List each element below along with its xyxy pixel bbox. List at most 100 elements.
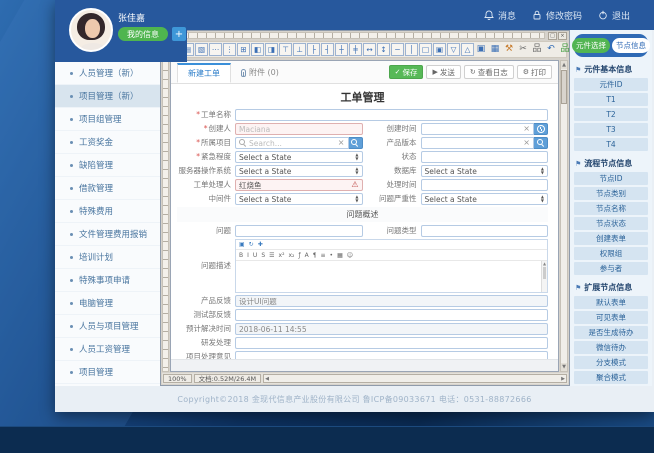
work-order-name-input[interactable] [235, 109, 548, 121]
rightbar-item[interactable]: 元件ID [574, 78, 648, 91]
rt-tool-icon[interactable]: ≡ [321, 252, 326, 259]
rt-tool-icon[interactable]: ☰ [269, 252, 274, 259]
sidebar-item[interactable]: 工资奖金 [55, 131, 165, 154]
ellipsis-icon[interactable]: ⋯ [209, 43, 222, 56]
more-icon[interactable]: ⋮ [223, 43, 236, 56]
rightbar-item[interactable]: 聚合模式 [574, 371, 648, 384]
hline-icon[interactable]: ─ [391, 43, 404, 56]
status-input[interactable] [420, 151, 548, 163]
sidebar-item[interactable]: 项目管理（新） [55, 85, 165, 108]
rightbar-item[interactable]: T3 [574, 123, 648, 136]
node-info-toggle[interactable]: 节点信息 [612, 38, 650, 53]
lookup-button[interactable] [534, 137, 548, 149]
rightbar-item[interactable]: 节点ID [574, 172, 648, 185]
editor-horizontal-scrollbar[interactable]: ◀ ▶ [263, 374, 567, 383]
rt-tool-icon[interactable]: B [239, 252, 243, 259]
product-version-picker[interactable]: × [420, 137, 534, 149]
rightbar-item[interactable]: 是否生成待办 [574, 326, 648, 339]
center-icon[interactable]: ┼ [335, 43, 348, 56]
create-time-picker[interactable]: × [420, 123, 534, 135]
sidebar-item[interactable]: 文件管理费用报销 [55, 223, 165, 246]
rightbar-item[interactable]: 默认表单 [574, 296, 648, 309]
test-feedback-input[interactable] [235, 309, 548, 321]
rt-tool-icon[interactable]: ¶ [313, 252, 317, 259]
rt-tool-icon[interactable]: ▦ [337, 252, 343, 259]
scroll-down-icon[interactable]: ▼ [561, 363, 567, 371]
down-icon[interactable]: ▽ [447, 43, 460, 56]
align-right-icon[interactable]: ◨ [265, 43, 278, 56]
scrollbar-thumb[interactable] [561, 70, 567, 104]
logout-button[interactable]: 退出 [598, 9, 630, 22]
rightbar-item[interactable]: 微信待办 [574, 341, 648, 354]
project-search-input[interactable]: Search... × [235, 137, 349, 149]
sidebar-item[interactable]: 人员工资管理 [55, 338, 165, 361]
rightbar-item[interactable]: T4 [574, 138, 648, 151]
rightbar-item[interactable]: 节点状态 [574, 217, 648, 230]
up-icon[interactable]: △ [461, 43, 474, 56]
scroll-left-icon[interactable]: ◀ [265, 375, 269, 382]
middleware-select[interactable]: Select a State ▲ ▼ [235, 193, 363, 205]
richtext-scrollbar[interactable]: ▲ [541, 261, 547, 292]
send-button[interactable]: ▶ 发送 [426, 65, 461, 79]
handle-time-input[interactable] [420, 179, 548, 191]
lookup-button[interactable] [348, 137, 363, 149]
rt-tool-icon[interactable]: ↻ [249, 241, 254, 248]
window-restore-button[interactable]: □ [548, 32, 557, 40]
panel-icon[interactable]: ▣ [433, 43, 446, 56]
rt-tool-icon[interactable]: I [247, 252, 249, 259]
sidebar-item[interactable]: 特殊事项申请 [55, 269, 165, 292]
rt-tool-icon[interactable]: A [305, 252, 309, 259]
scroll-up-icon[interactable]: ▲ [561, 61, 567, 69]
align-left-icon[interactable]: ◧ [251, 43, 264, 56]
clear-icon[interactable]: × [338, 139, 345, 147]
anchor-left-icon[interactable]: ├ [307, 43, 320, 56]
sidebar-item[interactable]: 项目管理 [55, 361, 165, 384]
sidebar-item[interactable]: 培训计划 [55, 246, 165, 269]
view-grid-icon[interactable]: ▦ [489, 43, 501, 56]
window-close-button[interactable]: × [558, 32, 567, 40]
align-top-icon[interactable]: ⊤ [279, 43, 292, 56]
align-bottom-icon[interactable]: ⊥ [293, 43, 306, 56]
creator-input[interactable]: Maciana [235, 123, 363, 135]
tab-new-work-order[interactable]: 新建工单 [177, 63, 231, 83]
rightbar-item[interactable]: T1 [574, 93, 648, 106]
database-select[interactable]: Select a State ▲ ▼ [420, 165, 548, 177]
sidebar-item[interactable]: 项目组管理 [55, 108, 165, 131]
vline-icon[interactable]: │ [405, 43, 418, 56]
flow-nodes-icon[interactable]: 品 [531, 43, 543, 56]
rightbar-item[interactable]: 权限组 [574, 247, 648, 260]
same-width-icon[interactable]: ↔ [363, 43, 376, 56]
avatar[interactable] [69, 8, 113, 52]
rightbar-item[interactable]: 创建表单 [574, 232, 648, 245]
severity-select[interactable]: Select a State ▲ ▼ [420, 193, 548, 205]
editor-vertical-scrollbar[interactable]: ▲ ▼ [560, 60, 568, 372]
estimated-time-input[interactable]: 2018-06-11 14:55 [235, 323, 548, 335]
sidebar-item[interactable]: 缺陷管理 [55, 154, 165, 177]
same-height-icon[interactable]: ↕ [377, 43, 390, 56]
rightbar-item[interactable]: 可见表单 [574, 311, 648, 324]
rightbar-item[interactable]: T2 [574, 108, 648, 121]
datetime-picker-button[interactable] [534, 123, 548, 135]
component-select-toggle[interactable]: 元件选择 [572, 38, 610, 53]
add-icon[interactable]: ⊞ [237, 43, 250, 56]
rt-tool-icon[interactable]: ▣ [239, 241, 245, 248]
my-info-button[interactable]: 我的信息 [118, 27, 168, 41]
sidebar-item[interactable]: 人员与项目管理 [55, 315, 165, 338]
build-icon[interactable]: ⚒ [503, 43, 515, 56]
rt-tool-icon[interactable]: U [253, 252, 257, 259]
urgency-select[interactable]: Select a State ▲ ▼ [235, 151, 363, 163]
richtext-scroll-thumb[interactable] [543, 267, 546, 279]
rightbar-item[interactable]: 分支模式 [574, 356, 648, 369]
handler-input[interactable]: 红烧鱼 ⚠ [235, 179, 363, 191]
rt-tool-icon[interactable]: S [261, 252, 265, 259]
rt-tool-icon[interactable]: ƒ [298, 252, 300, 259]
rt-tool-icon[interactable]: ✚ [258, 241, 263, 248]
clear-icon[interactable]: × [523, 125, 530, 133]
add-button[interactable]: + [172, 27, 186, 41]
product-feedback-input[interactable]: 设计UI问题 [235, 295, 548, 307]
problem-desc-editor[interactable]: ▣ ↻ ✚ B I U S ☰ x² x₂ ƒ A ¶ ≡ • ▦ ☺ ▲ [235, 239, 548, 293]
save-button[interactable]: ✓ 保存 [388, 65, 424, 79]
fields-icon[interactable]: ▧ [195, 43, 208, 56]
rt-tool-icon[interactable]: x₂ [288, 252, 294, 259]
rt-tool-icon[interactable]: • [330, 252, 334, 259]
